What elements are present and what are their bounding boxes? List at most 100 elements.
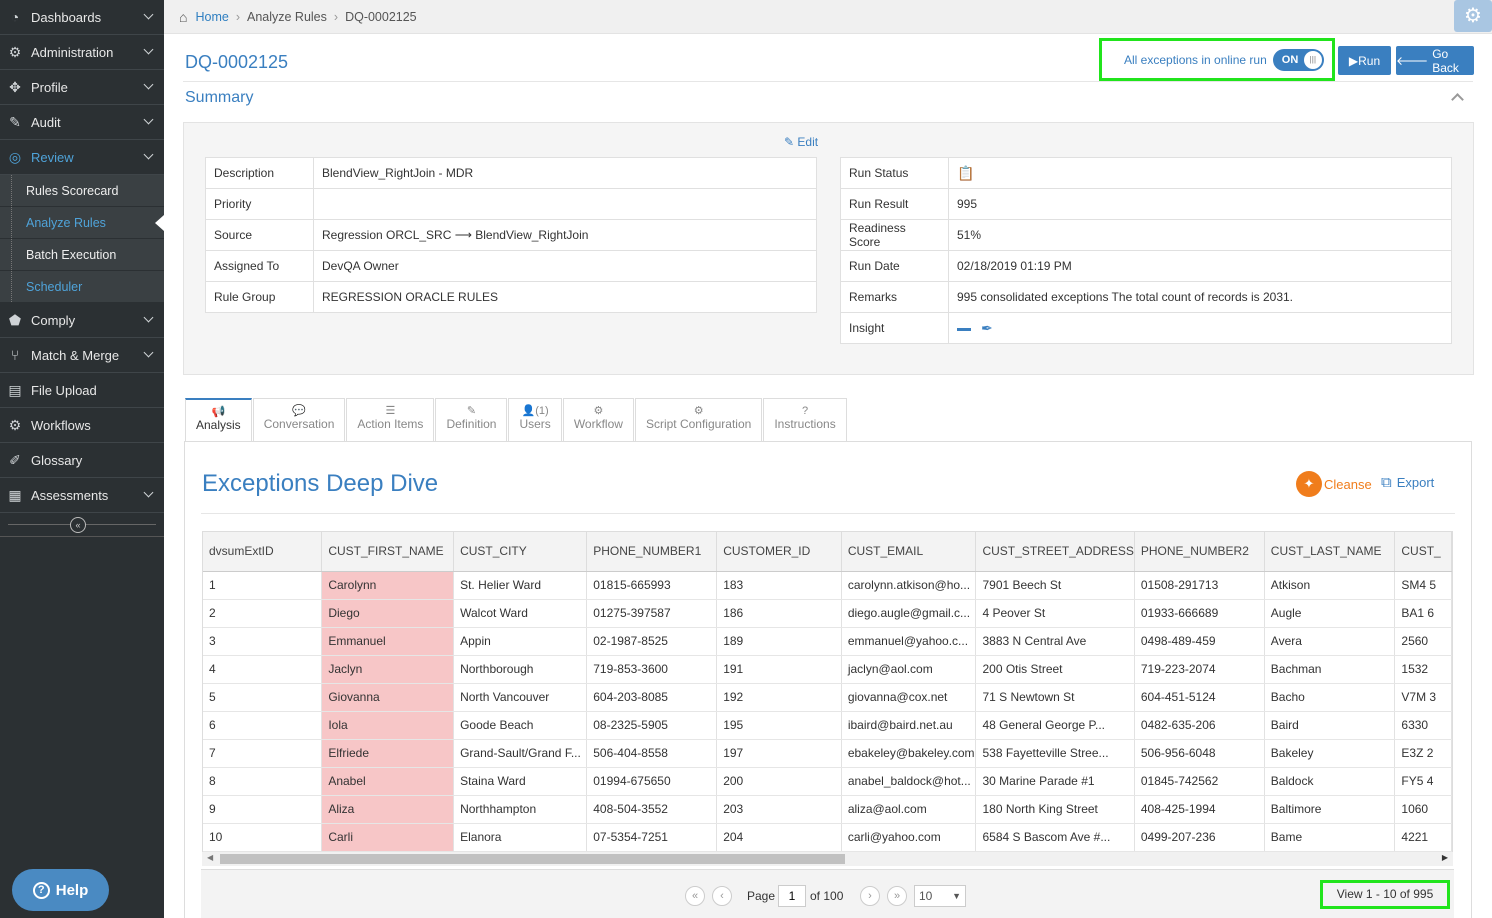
sidebar-item-label: Administration xyxy=(31,44,114,60)
tab-conversation[interactable]: 💬 Conversation xyxy=(252,398,346,441)
summary-row: Source Regression ORCL_SRC ⟶ BlendView_Ri… xyxy=(205,219,817,251)
next-page-icon[interactable]: › xyxy=(860,886,880,906)
column-header[interactable]: PHONE_NUMBER1 xyxy=(586,532,718,572)
table-cell: aliza@aol.com xyxy=(841,795,977,824)
column-header[interactable]: dvsumExtID xyxy=(203,532,323,572)
table-row[interactable]: 4 Jaclyn Northborough 719-853-3600 191 jaclyn… xyxy=(203,655,1452,684)
toggle-state-label: ON xyxy=(1281,53,1299,66)
breadcrumb-home[interactable]: Home xyxy=(195,10,228,24)
table-row[interactable]: 3 Emmanuel Appin 02-1987-8525 189 emmanuel@ya… xyxy=(203,627,1452,656)
help-button[interactable]: ? Help xyxy=(12,869,109,911)
eyedropper-icon[interactable]: ✒ xyxy=(981,320,993,336)
question-icon: ? xyxy=(32,881,50,899)
chevron-up-icon[interactable] xyxy=(1451,93,1464,106)
last-page-icon[interactable]: » xyxy=(887,886,907,906)
export-button[interactable]: ⧉ Export xyxy=(1381,474,1434,491)
table-cell: Anabel xyxy=(321,767,455,796)
table-row[interactable]: 1 Carolynn St. Helier Ward 01815-665993 183 c… xyxy=(203,571,1452,600)
table-row[interactable]: 9 Aliza Northhampton 408-504-3552 203 aliza@a… xyxy=(203,795,1452,824)
sidebar-item-profile[interactable]: ✥ Profile xyxy=(0,70,164,105)
sidebar-item-glossary[interactable]: ✐ Glossary xyxy=(0,443,164,478)
table-cell: 719-853-3600 xyxy=(586,655,718,684)
table-cell: Elfriede xyxy=(321,739,455,768)
table-cell: carli@yahoo.com xyxy=(841,823,977,852)
sidebar-item-match-merge[interactable]: ⑂ Match & Merge xyxy=(0,338,164,373)
settings-gear-icon[interactable]: ⚙ xyxy=(1454,0,1492,32)
table-row[interactable]: 6 Iola Goode Beach 08-2325-5905 195 ibaird@ba… xyxy=(203,711,1452,740)
column-header[interactable]: CUST_LAST_NAME xyxy=(1264,532,1396,572)
sidebar-subitem-scheduler[interactable]: Scheduler xyxy=(0,271,164,303)
summary-heading[interactable]: Summary xyxy=(185,89,253,107)
sidebar-item-audit[interactable]: ✎ Audit xyxy=(0,105,164,140)
tab-users[interactable]: 👤(1) Users xyxy=(508,398,562,441)
table-cell: giovanna@cox.net xyxy=(841,683,977,712)
tab-instructions[interactable]: ? Instructions xyxy=(763,398,847,441)
minus-icon[interactable] xyxy=(957,327,971,331)
summary-value: 995 xyxy=(948,188,1452,220)
tab-analysis[interactable]: 📢 Analysis xyxy=(185,398,252,441)
tab-action-items[interactable]: ☰ Action Items xyxy=(346,398,435,441)
scrollbar-thumb[interactable] xyxy=(220,854,845,864)
sidebar-item-review[interactable]: ◎ Review xyxy=(0,140,164,175)
sidebar-item-comply[interactable]: ⬟ Comply xyxy=(0,303,164,338)
column-header[interactable]: CUSTOMER_ID xyxy=(716,532,842,572)
table-row[interactable]: 10 Carli Elanora 07-5354-7251 204 carli@yahoo… xyxy=(203,823,1452,852)
table-cell: 2 xyxy=(203,599,323,628)
scroll-left-icon[interactable]: ◀ xyxy=(207,853,213,862)
prev-page-icon[interactable]: ‹ xyxy=(712,886,732,906)
edit-icon: ✎ xyxy=(9,113,21,130)
pager: « ‹ Page of 100 › » 10 ▼ View 1 - 10 of 9… xyxy=(201,869,1454,918)
tab-script-configuration[interactable]: ⚙ Script Configuration xyxy=(634,398,763,441)
table-cell: 07-5354-7251 xyxy=(586,823,718,852)
home-icon[interactable]: ⌂ xyxy=(179,9,187,25)
dashboard-icon: ◔ xyxy=(10,9,20,25)
play-icon: ▶ xyxy=(1348,53,1359,68)
table-row[interactable]: 7 Elfriede Grand-Sault/Grand F... 506-404-8… xyxy=(203,739,1452,768)
cleanse-button[interactable]: ✦ Cleanse xyxy=(1296,471,1372,497)
column-header[interactable]: CUST_STREET_ADDRESS xyxy=(975,532,1135,572)
run-status-clipboard-icon[interactable]: 📋 xyxy=(957,165,974,181)
sidebar-item-assessments[interactable]: ▦ Assessments xyxy=(0,478,164,513)
sidebar-item-workflows[interactable]: ⚙ Workflows xyxy=(0,408,164,443)
page-number-input[interactable] xyxy=(778,885,806,907)
go-back-button[interactable]: 🡐 Go Back xyxy=(1396,46,1474,75)
online-run-toggle-group: All exceptions in online run ON ||| xyxy=(1099,38,1335,81)
column-header[interactable]: CUST_CITY xyxy=(453,532,588,572)
column-header[interactable]: CUST_EMAIL xyxy=(841,532,977,572)
tab-workflow[interactable]: ⚙ Workflow xyxy=(562,398,634,441)
table-cell: 02-1987-8525 xyxy=(586,627,718,656)
table-row[interactable]: 8 Anabel Staina Ward 01994-675650 200 anabel_… xyxy=(203,767,1452,796)
run-button[interactable]: ▶ Run xyxy=(1338,46,1391,75)
table-row[interactable]: 5 Giovanna North Vancouver 604-203-8085 192 g… xyxy=(203,683,1452,712)
table-row[interactable]: 2 Diego Walcot Ward 01275-397587 186 diego.au… xyxy=(203,599,1452,628)
column-header[interactable]: PHONE_NUMBER2 xyxy=(1134,532,1265,572)
breadcrumb-section[interactable]: Analyze Rules xyxy=(247,10,327,24)
sidebar-subitem-analyze-rules[interactable]: Analyze Rules xyxy=(0,207,164,239)
rows-per-page-select[interactable]: 10 ▼ xyxy=(914,885,966,907)
first-page-icon[interactable]: « xyxy=(685,886,705,906)
summary-row: Insight ✒ xyxy=(840,312,1452,344)
sidebar-subitem-rules-scorecard[interactable]: Rules Scorecard xyxy=(0,175,164,207)
horizontal-scrollbar[interactable]: ◀ ▶ xyxy=(202,852,1453,866)
summary-value: BlendView_RightJoin - MDR xyxy=(313,157,817,189)
tab-definition[interactable]: ✎ Definition xyxy=(435,398,508,441)
table-cell: Walcot Ward xyxy=(453,599,588,628)
run-label: Run xyxy=(1358,53,1381,68)
collapse-sidebar-icon[interactable]: « xyxy=(70,517,86,533)
column-header[interactable]: CUST_FIRST_NAME xyxy=(321,532,455,572)
sidebar-item-file-upload[interactable]: ▤ File Upload xyxy=(0,373,164,408)
sidebar-item-label: Comply xyxy=(31,312,76,328)
scroll-right-icon[interactable]: ▶ xyxy=(1442,853,1448,862)
sidebar-subitem-batch-execution[interactable]: Batch Execution xyxy=(0,239,164,271)
edit-link[interactable]: ✎ Edit xyxy=(784,135,818,149)
sidebar-item-dashboards[interactable]: ◔ Dashboards xyxy=(0,0,164,35)
table-cell: 538 Fayetteville Stree... xyxy=(975,739,1135,768)
table-cell: 10 xyxy=(203,823,323,852)
table-cell: 408-504-3552 xyxy=(586,795,718,824)
breadcrumb-separator: › xyxy=(235,10,240,24)
sidebar-item-administration[interactable]: ⚙ Administration xyxy=(0,35,164,70)
exceptions-table: dvsumExtID CUST_FIRST_NAME CUST_CITY PHONE_… xyxy=(203,532,1452,852)
column-header[interactable]: CUST_ xyxy=(1394,532,1452,572)
table-cell: 192 xyxy=(716,683,842,712)
online-run-toggle[interactable]: ON ||| xyxy=(1272,48,1324,71)
